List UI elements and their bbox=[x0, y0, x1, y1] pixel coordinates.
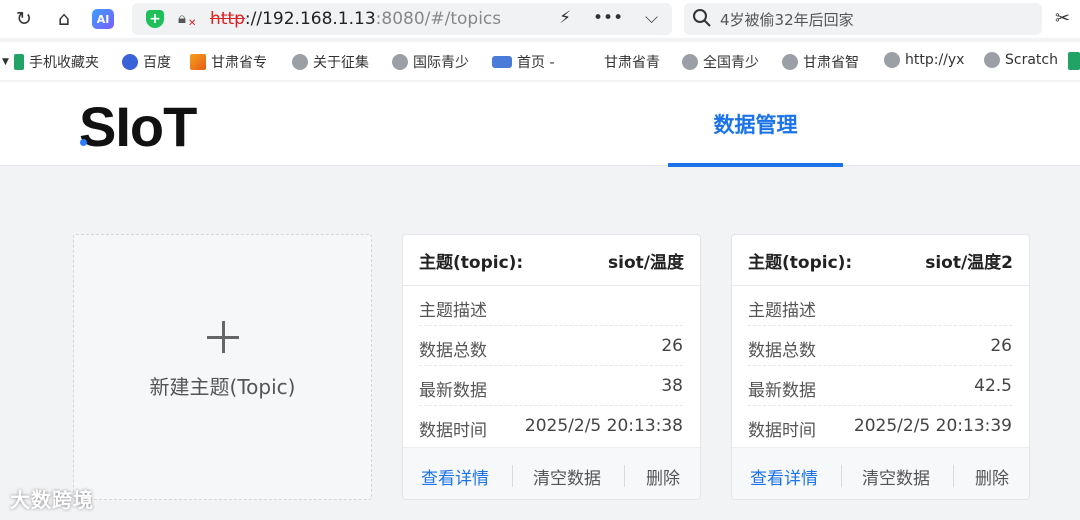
card-actions: 查看详情 清空数据 删除 bbox=[732, 447, 1029, 499]
chevron-down-icon[interactable]: ⌵ bbox=[645, 8, 658, 28]
home-icon[interactable]: ⌂ bbox=[52, 7, 76, 31]
plus-icon bbox=[207, 321, 239, 353]
row-time: 数据时间 2025/2/5 20:13:38 bbox=[419, 416, 683, 441]
eye-icon bbox=[492, 56, 512, 68]
row-count: 数据总数 26 bbox=[748, 326, 1012, 366]
divider bbox=[953, 465, 954, 487]
bookmark-item[interactable]: 国际青少 bbox=[392, 52, 478, 72]
url-text[interactable]: http://192.168.1.13:8080/#/topics bbox=[210, 9, 501, 29]
topic-card: 主题(topic): siot/温度 主题描述 数据总数 26 最新数据 38 数据… bbox=[402, 234, 701, 500]
view-details-button[interactable]: 查看详情 bbox=[750, 464, 818, 489]
count-value: 26 bbox=[661, 336, 683, 356]
bookmarks-bar: ▼ 手机收藏夹 百度 甘肃省专 关于征集 国际青少 首页 - 甘肃省青 全国青少… bbox=[0, 42, 1080, 80]
topic-label: 主题(topic): bbox=[419, 253, 524, 273]
scissors-icon[interactable]: ✂ bbox=[1055, 8, 1070, 29]
app-header: SIoT 数据管理 bbox=[0, 82, 1080, 167]
url-actions: ⚡︎ ••• ⌵ bbox=[559, 8, 658, 28]
latest-value: 38 bbox=[661, 376, 683, 396]
globe-icon bbox=[292, 54, 308, 70]
logo-dot bbox=[80, 139, 87, 146]
caret-icon[interactable]: ▼ bbox=[2, 57, 9, 67]
globe-icon bbox=[392, 54, 408, 70]
lightning-icon[interactable]: ⚡︎ bbox=[559, 8, 571, 28]
search-box[interactable]: 4岁被偷32年后回家 bbox=[684, 3, 1042, 35]
divider bbox=[624, 465, 625, 487]
lock-icon[interactable]: 🔒︎ bbox=[178, 9, 186, 27]
count-value: 26 bbox=[990, 336, 1012, 356]
clear-data-button[interactable]: 清空数据 bbox=[533, 464, 601, 489]
reload-icon[interactable]: ↻ bbox=[12, 7, 36, 31]
topic-card: 主题(topic): siot/温度2 主题描述 数据总数 26 最新数据 42.5… bbox=[731, 234, 1030, 500]
card-actions: 查看详情 清空数据 删除 bbox=[403, 447, 700, 499]
clear-data-button[interactable]: 清空数据 bbox=[862, 464, 930, 489]
globe-icon bbox=[984, 52, 1000, 68]
row-time: 数据时间 2025/2/5 20:13:39 bbox=[748, 416, 1012, 441]
time-value: 2025/2/5 20:13:38 bbox=[524, 416, 683, 436]
more-dots-icon[interactable]: ••• bbox=[593, 8, 623, 28]
time-value: 2025/2/5 20:13:39 bbox=[853, 416, 1012, 436]
delete-button[interactable]: 删除 bbox=[975, 464, 1009, 489]
url-host: ://192.168.1.13 bbox=[244, 9, 376, 29]
card-header: 主题(topic): siot/温度 bbox=[403, 235, 700, 286]
bookmark-item[interactable]: 关于征集 bbox=[292, 52, 378, 72]
url-path: :8080/#/topics bbox=[375, 9, 502, 29]
topic-name: siot/温度 bbox=[608, 253, 684, 273]
row-latest: 最新数据 42.5 bbox=[748, 366, 1012, 406]
bookmark-item[interactable]: 手机收藏夹 bbox=[14, 52, 114, 72]
globe-icon bbox=[682, 54, 698, 70]
card-header: 主题(topic): siot/温度2 bbox=[732, 235, 1029, 286]
new-topic-label: 新建主题(Topic) bbox=[149, 375, 296, 399]
view-details-button[interactable]: 查看详情 bbox=[421, 464, 489, 489]
topic-name: siot/温度2 bbox=[925, 253, 1013, 273]
more-bookmarks-icon[interactable] bbox=[1068, 52, 1080, 70]
bookmark-item[interactable]: 全国青少 bbox=[682, 52, 768, 72]
topic-label: 主题(topic): bbox=[748, 253, 853, 273]
flag-icon bbox=[190, 54, 206, 70]
baidu-paw-icon bbox=[122, 54, 138, 70]
bookmark-item[interactable]: 甘肃省智 bbox=[782, 52, 868, 72]
search-suggestion[interactable]: 4岁被偷32年后回家 bbox=[720, 9, 854, 30]
latest-value: 42.5 bbox=[974, 376, 1012, 396]
url-protocol: http bbox=[210, 9, 245, 29]
row-latest: 最新数据 38 bbox=[419, 366, 683, 406]
ai-assistant-icon[interactable]: AI bbox=[92, 9, 114, 29]
globe-icon bbox=[884, 52, 900, 68]
address-bar[interactable]: + 🔒︎ ✕ http://192.168.1.13:8080/#/topics… bbox=[132, 3, 672, 35]
phone-icon bbox=[14, 54, 24, 70]
row-count: 数据总数 26 bbox=[419, 326, 683, 366]
bookmark-item[interactable]: 甘肃省专 bbox=[190, 52, 276, 72]
row-description: 主题描述 bbox=[748, 286, 1012, 326]
watermark: 大数跨境 bbox=[10, 488, 94, 512]
security-shield-icon[interactable]: + bbox=[146, 10, 164, 28]
delete-button[interactable]: 删除 bbox=[646, 464, 680, 489]
divider bbox=[841, 465, 842, 487]
insecure-x-icon: ✕ bbox=[188, 18, 197, 29]
tab-data-management[interactable]: 数据管理 bbox=[668, 82, 843, 167]
bookmark-item[interactable]: http://yx bbox=[884, 52, 970, 68]
bookmark-item[interactable]: 首页 - bbox=[492, 52, 564, 72]
siot-logo[interactable]: SIoT bbox=[79, 94, 197, 159]
row-description: 主题描述 bbox=[419, 286, 683, 326]
globe-icon bbox=[782, 54, 798, 70]
divider bbox=[512, 465, 513, 487]
bookmark-item[interactable]: 甘肃省青 bbox=[604, 52, 666, 72]
bookmark-item[interactable]: Scratch bbox=[984, 52, 1062, 68]
search-icon bbox=[693, 9, 711, 27]
new-topic-card[interactable]: 新建主题(Topic) bbox=[73, 234, 372, 500]
bookmark-item[interactable]: 百度 bbox=[122, 52, 182, 72]
browser-toolbar: ↻ ⌂ AI + 🔒︎ ✕ http://192.168.1.13:8080/#… bbox=[0, 0, 1080, 38]
